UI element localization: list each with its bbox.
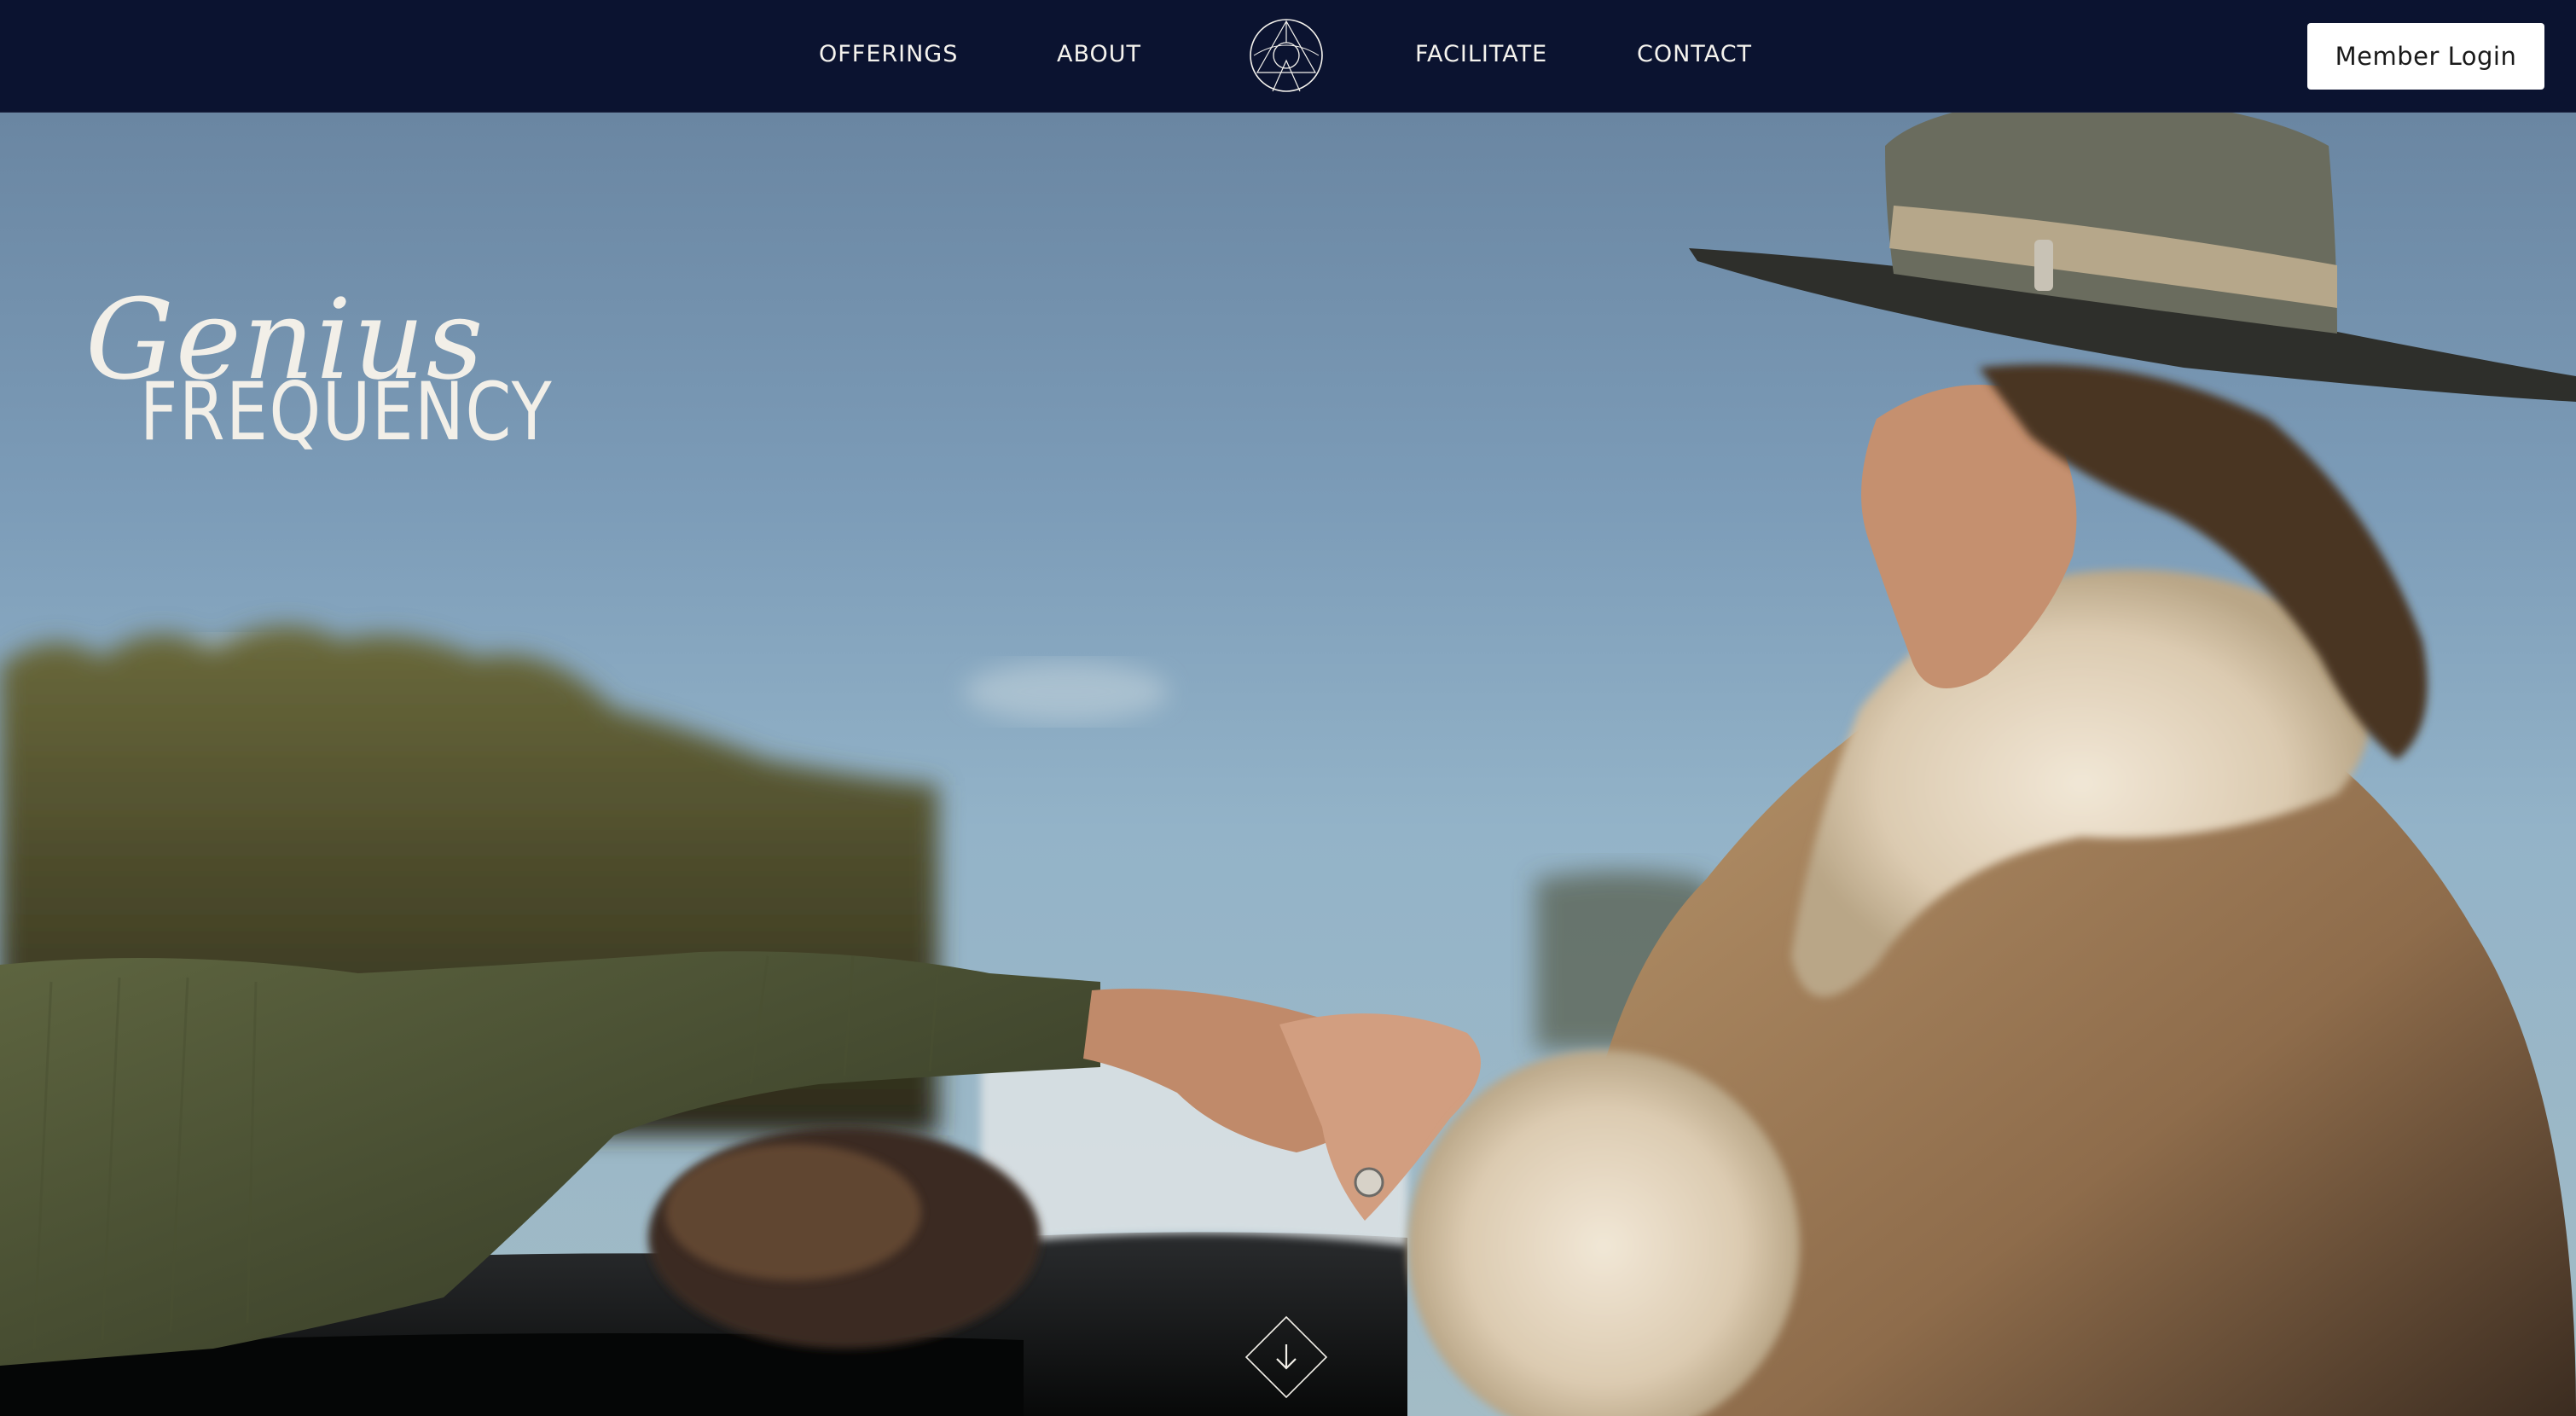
sacred-geometry-logo-icon[interactable] [1249,18,1324,93]
nav-link-facilitate[interactable]: FACILITATE [1415,41,1547,67]
top-navigation-bar: OFFERINGS ABOUT FACILITATE CONTACT Membe… [0,0,2576,113]
nav-link-offerings[interactable]: OFFERINGS [819,41,958,67]
hero-section: Genius FREQUENCY [0,112,2576,1416]
nav-link-contact[interactable]: CONTACT [1637,41,1752,67]
nav-link-about[interactable]: ABOUT [1057,41,1141,67]
brand-logo[interactable]: Genius FREQUENCY [85,284,552,455]
arrow-down-diamond-icon[interactable] [1244,1315,1328,1399]
brand-logo-caps-text: FREQUENCY [140,366,554,459]
member-login-button[interactable]: Member Login [2307,23,2544,90]
